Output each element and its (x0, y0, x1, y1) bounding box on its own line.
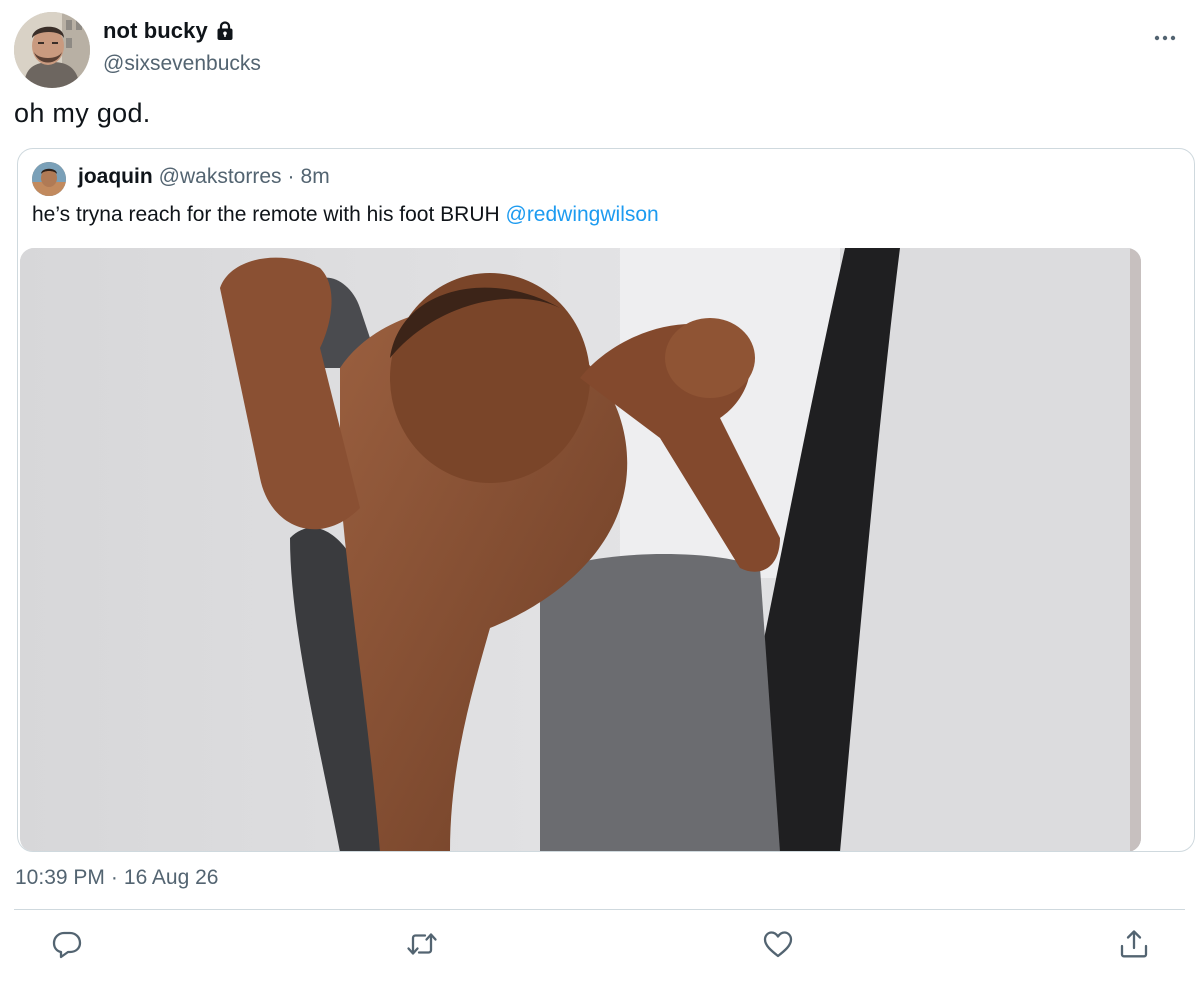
quoted-avatar-image (32, 162, 66, 196)
author-name-row: not bucky (103, 18, 236, 44)
tweet-detail: not bucky @sixsevenbucks oh my god. joaq… (0, 0, 1200, 989)
quoted-text: he’s tryna reach for the remote with his… (32, 203, 659, 227)
tweet-timestamp[interactable]: 10:39 PM · 16 Aug 26 (15, 866, 218, 890)
quoted-separator: · (287, 165, 295, 188)
retweet-icon (407, 933, 437, 955)
tweet-text: oh my god. (14, 98, 151, 128)
quoted-header: joaquin @wakstorres · 8m (78, 165, 330, 189)
author-avatar-image (14, 12, 90, 88)
author-avatar[interactable] (14, 12, 90, 88)
author-display-name[interactable]: not bucky (103, 18, 208, 44)
quoted-time[interactable]: 8m (301, 165, 330, 189)
quoted-mention-link[interactable]: @redwingwilson (506, 203, 659, 226)
timestamp-separator: · (110, 866, 118, 889)
actions-divider (14, 909, 1185, 910)
quoted-author-avatar[interactable] (32, 162, 66, 196)
like-button[interactable] (761, 927, 795, 961)
retweet-button[interactable] (405, 927, 439, 961)
quoted-tweet[interactable]: joaquin @wakstorres · 8m he’s tryna reac… (17, 148, 1195, 852)
reply-button[interactable] (50, 927, 84, 961)
lock-icon (214, 20, 236, 42)
photo-image (20, 248, 1141, 851)
more-icon[interactable] (1150, 24, 1180, 48)
quoted-text-body: he’s tryna reach for the remote with his… (32, 203, 500, 226)
quoted-media-photo[interactable] (20, 248, 1141, 851)
quoted-display-name[interactable]: joaquin (78, 165, 153, 189)
share-icon (1120, 930, 1148, 958)
reply-icon (52, 931, 82, 959)
quoted-handle[interactable]: @wakstorres (159, 165, 282, 189)
author-handle[interactable]: @sixsevenbucks (103, 52, 261, 76)
share-button[interactable] (1117, 927, 1151, 961)
tweet-date: 16 Aug 26 (123, 866, 219, 889)
like-icon (763, 931, 793, 958)
tweet-time: 10:39 PM (15, 866, 105, 889)
